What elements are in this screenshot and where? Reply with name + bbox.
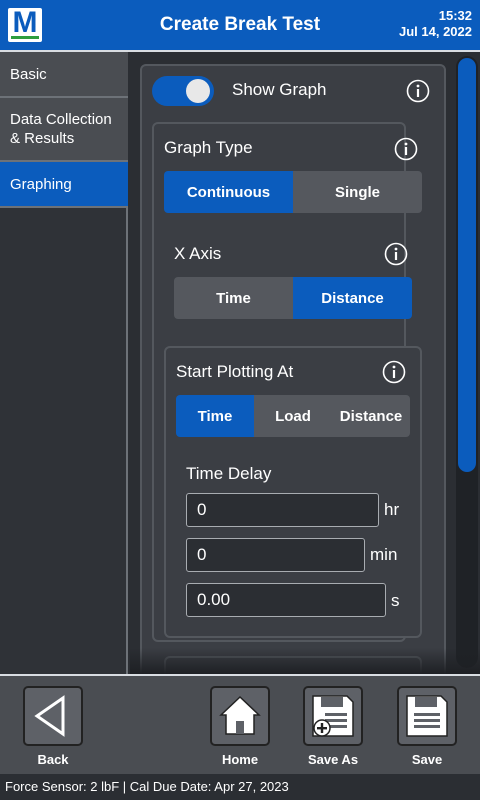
save-button[interactable] xyxy=(397,686,457,746)
home-icon xyxy=(219,695,261,735)
back-label: Back xyxy=(37,752,69,767)
sidebar-item-label: Basic xyxy=(10,65,47,83)
save-icon xyxy=(406,695,448,737)
clock: 15:32 Jul 14, 2022 xyxy=(399,8,472,40)
time-delay-seconds-field[interactable]: 0.00 xyxy=(186,583,386,617)
home-button[interactable] xyxy=(210,686,270,746)
start-plotting-load-option[interactable]: Load xyxy=(254,395,332,437)
show-graph-label: Show Graph xyxy=(232,80,327,99)
graph-type-continuous-option[interactable]: Continuous xyxy=(164,171,293,213)
sidebar: Basic Data Collection & Results Graphing xyxy=(0,52,128,674)
app-header: M Create Break Test 15:32 Jul 14, 2022 xyxy=(0,0,480,52)
time-delay-hours-field[interactable]: 0 xyxy=(186,493,379,527)
sidebar-item-graphing[interactable]: Graphing xyxy=(0,162,128,208)
start-plotting-label: Start Plotting At xyxy=(176,362,294,381)
x-axis-label: X Axis xyxy=(174,244,222,263)
bottom-toolbar: Back Home Save As Save xyxy=(0,674,480,774)
save-label: Save xyxy=(411,752,443,767)
start-plotting-selector: Time Load Distance xyxy=(176,395,410,437)
start-plotting-distance-option[interactable]: Distance xyxy=(332,395,410,437)
home-label: Home xyxy=(221,752,259,767)
start-plotting-time-option[interactable]: Time xyxy=(176,395,254,437)
back-arrow-icon xyxy=(34,695,65,737)
save-as-button[interactable] xyxy=(303,686,363,746)
x-axis-time-option[interactable]: Time xyxy=(174,277,293,319)
status-bar: Force Sensor: 2 lbF | Cal Due Date: Apr … xyxy=(0,774,480,800)
x-axis-distance-option[interactable]: Distance xyxy=(293,277,412,319)
save-as-label: Save As xyxy=(307,752,359,767)
time-delay-label: Time Delay xyxy=(186,464,272,483)
info-icon[interactable] xyxy=(394,137,418,161)
x-axis-selector: Time Distance xyxy=(174,277,412,319)
content-fade xyxy=(130,648,480,674)
sidebar-item-label: Data Collection & Results xyxy=(10,111,112,147)
save-as-icon xyxy=(312,695,354,737)
info-icon[interactable] xyxy=(382,360,406,384)
graph-type-label: Graph Type xyxy=(164,138,253,157)
hours-unit: hr xyxy=(384,500,400,519)
graph-type-selector: Continuous Single xyxy=(164,171,422,213)
minutes-unit: min xyxy=(370,545,398,564)
graph-type-single-option[interactable]: Single xyxy=(293,171,422,213)
sidebar-item-label: Graphing xyxy=(10,175,72,193)
scrollbar-thumb[interactable] xyxy=(458,58,476,472)
toggle-knob xyxy=(186,79,210,103)
clock-date: Jul 14, 2022 xyxy=(399,24,472,39)
show-graph-toggle[interactable] xyxy=(152,76,214,106)
info-icon[interactable] xyxy=(406,79,430,103)
back-button[interactable] xyxy=(23,686,83,746)
sidebar-item-basic[interactable]: Basic xyxy=(0,52,128,98)
clock-time: 15:32 xyxy=(438,8,472,23)
time-delay-minutes-field[interactable]: 0 xyxy=(186,538,365,572)
info-icon[interactable] xyxy=(384,242,408,266)
sidebar-item-data-collection[interactable]: Data Collection & Results xyxy=(0,98,128,162)
seconds-unit: s xyxy=(391,591,400,610)
